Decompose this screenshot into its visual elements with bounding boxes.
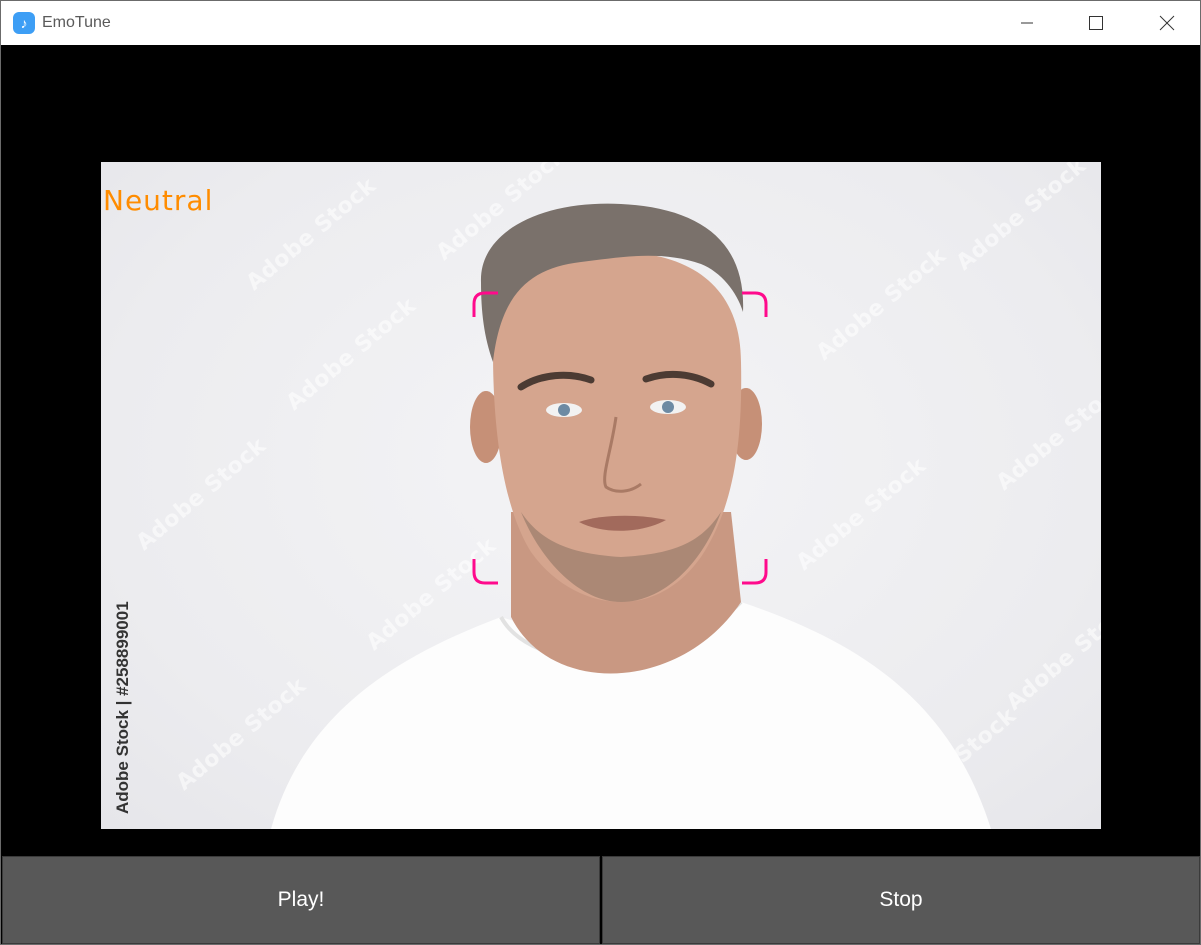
- emotion-label: Neutral: [103, 184, 214, 217]
- maximize-button[interactable]: [1073, 1, 1119, 45]
- music-note-icon: ♪: [13, 12, 35, 34]
- minimize-icon: [1021, 22, 1033, 24]
- minimize-button[interactable]: [1004, 1, 1050, 45]
- face-detection-box: [472, 291, 768, 585]
- close-button[interactable]: [1144, 1, 1190, 45]
- stop-button[interactable]: Stop: [602, 856, 1200, 944]
- stock-id-caption: Adobe Stock | #258899001: [113, 601, 132, 814]
- title-bar[interactable]: ♪ EmoTune: [1, 1, 1200, 45]
- close-icon: [1159, 15, 1175, 31]
- video-feed: Adobe Stock Adobe Stock Adobe Stock Adob…: [101, 162, 1101, 829]
- maximize-icon: [1089, 16, 1103, 30]
- play-button[interactable]: Play!: [2, 856, 600, 944]
- app-window: ♪ EmoTune Adobe Stock Adobe Stock Adobe …: [0, 0, 1201, 945]
- window-title: EmoTune: [42, 14, 111, 31]
